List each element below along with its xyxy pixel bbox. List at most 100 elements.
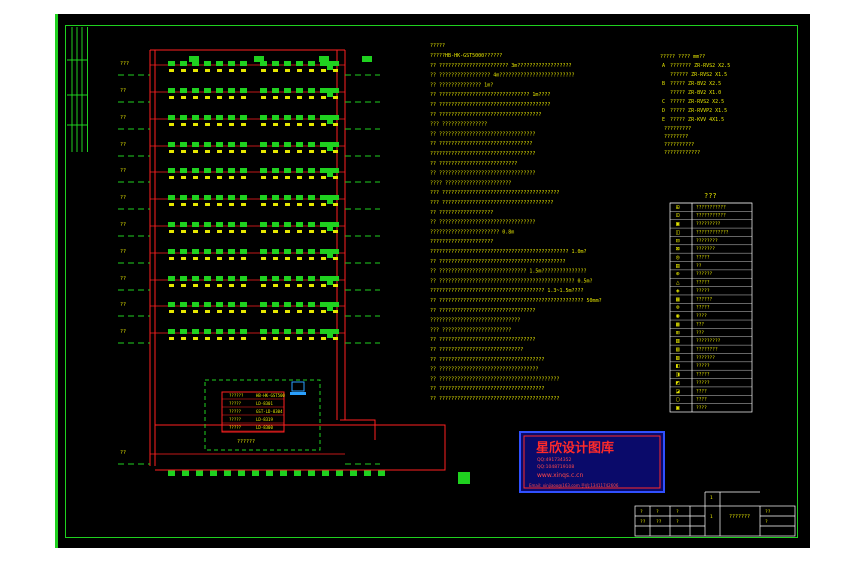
module-icon[interactable] (297, 123, 302, 126)
module-icon[interactable] (181, 123, 186, 126)
detector-icon[interactable] (180, 168, 187, 173)
module-icon[interactable] (285, 337, 290, 340)
module-icon[interactable] (193, 123, 198, 126)
detector-icon[interactable] (228, 329, 235, 334)
detector-icon[interactable] (272, 222, 279, 227)
detector-icon[interactable] (204, 302, 211, 307)
module-icon[interactable] (273, 96, 278, 99)
module-icon[interactable] (309, 69, 314, 72)
module-icon[interactable] (169, 310, 174, 313)
detector-icon[interactable] (308, 329, 315, 334)
detector-icon[interactable] (284, 142, 291, 147)
module-icon[interactable] (261, 176, 266, 179)
module-icon[interactable] (229, 203, 234, 206)
module-icon[interactable] (333, 310, 338, 313)
detector-icon[interactable] (296, 276, 303, 281)
detector-icon[interactable] (320, 302, 327, 307)
detector-icon[interactable] (272, 329, 279, 334)
module-icon[interactable] (241, 176, 246, 179)
basement-device-icon[interactable] (350, 470, 357, 476)
basement-device-icon[interactable] (238, 470, 245, 476)
module-icon[interactable] (241, 230, 246, 233)
watermark-stamp[interactable]: 星欣设计图库 QQ:491734352 QQ:1048719108 www.xi… (519, 431, 665, 493)
detector-icon[interactable] (332, 88, 339, 93)
detector-icon[interactable] (296, 61, 303, 66)
detector-icon[interactable] (192, 195, 199, 200)
detector-icon[interactable] (320, 195, 327, 200)
detector-icon[interactable] (180, 115, 187, 120)
detector-icon[interactable] (204, 195, 211, 200)
module-icon[interactable] (297, 203, 302, 206)
module-icon[interactable] (217, 337, 222, 340)
basement-device-icon[interactable] (294, 470, 301, 476)
detector-icon[interactable] (332, 142, 339, 147)
module-icon[interactable] (217, 69, 222, 72)
module-icon[interactable] (205, 257, 210, 260)
detector-icon[interactable] (260, 88, 267, 93)
module-icon[interactable] (241, 284, 246, 287)
module-icon[interactable] (205, 284, 210, 287)
module-icon[interactable] (181, 257, 186, 260)
detector-icon[interactable] (240, 195, 247, 200)
module-icon[interactable] (309, 176, 314, 179)
detector-icon[interactable] (228, 249, 235, 254)
module-icon[interactable] (217, 96, 222, 99)
detector-icon[interactable] (192, 276, 199, 281)
detector-icon[interactable] (272, 88, 279, 93)
floor-display-icon[interactable] (327, 329, 333, 338)
module-icon[interactable] (273, 284, 278, 287)
detector-icon[interactable] (284, 249, 291, 254)
detector-icon[interactable] (332, 115, 339, 120)
basement-device-icon[interactable] (280, 470, 287, 476)
module-icon[interactable] (273, 310, 278, 313)
module-icon[interactable] (285, 150, 290, 153)
module-icon[interactable] (297, 310, 302, 313)
detector-icon[interactable] (192, 222, 199, 227)
watermark-site[interactable]: www.xinqs.c.cn (537, 472, 583, 479)
detector-icon[interactable] (284, 168, 291, 173)
floor-display-icon[interactable] (327, 88, 333, 97)
basement-device-icon[interactable] (378, 470, 385, 476)
detector-icon[interactable] (168, 142, 175, 147)
detector-icon[interactable] (180, 329, 187, 334)
detector-icon[interactable] (260, 115, 267, 120)
module-icon[interactable] (261, 203, 266, 206)
module-icon[interactable] (205, 337, 210, 340)
module-icon[interactable] (273, 337, 278, 340)
module-icon[interactable] (229, 310, 234, 313)
module-icon[interactable] (205, 230, 210, 233)
module-icon[interactable] (205, 176, 210, 179)
module-icon[interactable] (261, 69, 266, 72)
detector-icon[interactable] (308, 142, 315, 147)
module-icon[interactable] (193, 150, 198, 153)
module-icon[interactable] (321, 337, 326, 340)
detector-icon[interactable] (228, 61, 235, 66)
detector-icon[interactable] (332, 329, 339, 334)
module-icon[interactable] (261, 257, 266, 260)
detector-icon[interactable] (332, 222, 339, 227)
detector-icon[interactable] (204, 142, 211, 147)
module-icon[interactable] (333, 176, 338, 179)
detector-icon[interactable] (296, 142, 303, 147)
module-icon[interactable] (297, 284, 302, 287)
basement-device-icon[interactable] (336, 470, 343, 476)
detector-icon[interactable] (308, 88, 315, 93)
module-icon[interactable] (333, 284, 338, 287)
detector-icon[interactable] (180, 222, 187, 227)
detector-icon[interactable] (216, 88, 223, 93)
basement-device-icon[interactable] (252, 470, 259, 476)
module-icon[interactable] (181, 69, 186, 72)
detector-icon[interactable] (192, 168, 199, 173)
module-icon[interactable] (321, 257, 326, 260)
detector-icon[interactable] (272, 115, 279, 120)
module-icon[interactable] (229, 337, 234, 340)
module-icon[interactable] (321, 96, 326, 99)
detector-icon[interactable] (180, 61, 187, 66)
module-icon[interactable] (261, 150, 266, 153)
module-icon[interactable] (285, 176, 290, 179)
module-icon[interactable] (285, 284, 290, 287)
module-icon[interactable] (205, 203, 210, 206)
module-icon[interactable] (309, 310, 314, 313)
floor-display-icon[interactable] (327, 168, 333, 177)
module-icon[interactable] (309, 257, 314, 260)
